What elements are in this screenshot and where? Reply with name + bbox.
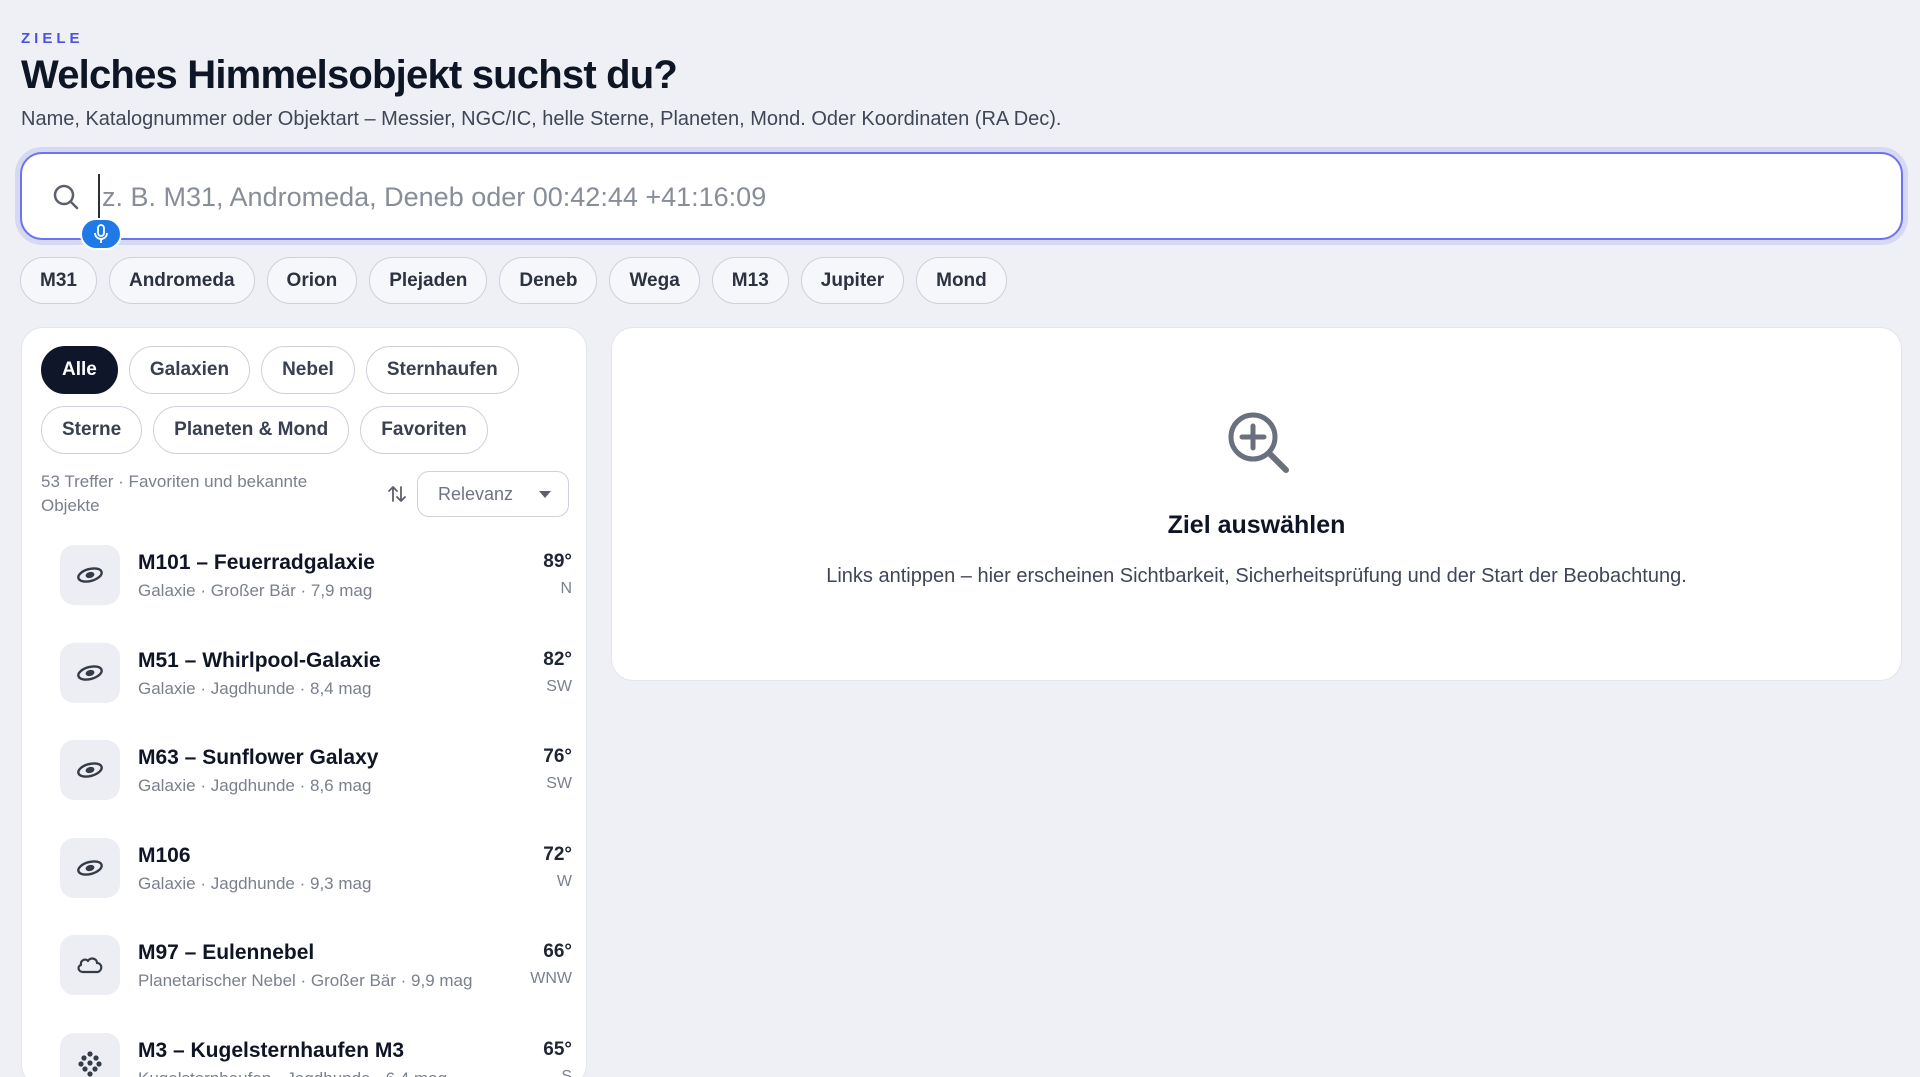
item-altitude: 76° (543, 746, 572, 767)
galaxy-icon (60, 545, 120, 605)
section-eyebrow: ZIELE (21, 30, 84, 47)
item-meta: Planetarischer Nebel · Großer Bär · 9,9 … (138, 971, 473, 990)
quick-chip[interactable]: Andromeda (108, 257, 255, 304)
item-direction: W (556, 872, 572, 890)
item-direction: S (561, 1067, 572, 1077)
chevron-down-icon (539, 491, 551, 498)
filter-stars[interactable]: Sterne (41, 406, 143, 454)
filter-favorites[interactable]: Favoriten (360, 406, 488, 454)
results-panel: Alle Galaxien Nebel Sternhaufen Sterne P… (21, 327, 587, 1077)
voice-search-button[interactable] (80, 218, 122, 250)
item-direction: WNW (530, 970, 572, 987)
item-meta: Galaxie · Jagdhunde · 8,4 mag (138, 678, 372, 698)
item-meta: Kugelsternhaufen · Jagdhunde · 6,4 mag (138, 1069, 447, 1077)
sort-dropdown[interactable]: Relevanz (417, 471, 569, 517)
quick-chip[interactable]: Mond (916, 257, 1007, 304)
page-subtitle: Name, Katalognummer oder Objektart – Mes… (21, 108, 1062, 130)
quick-chip[interactable]: Plejaden (369, 257, 488, 304)
item-altitude: 89° (543, 551, 572, 572)
quick-suggestions: M31 Andromeda Orion Plejaden Deneb Wega … (20, 257, 1007, 304)
search-box[interactable] (20, 152, 1903, 250)
galaxy-icon (60, 740, 120, 800)
list-item[interactable]: M101 – Feuerradgalaxie Galaxie · Großer … (60, 545, 572, 643)
header: ZIELE Welches Himmelsobjekt suchst du? N… (21, 30, 1061, 131)
filter-nebulae[interactable]: Nebel (261, 346, 355, 394)
filter-galaxies[interactable]: Galaxien (128, 346, 251, 394)
page-title: Welches Himmelsobjekt suchst du? (21, 53, 678, 97)
cluster-icon (60, 1032, 120, 1077)
list-item[interactable]: M3 – Kugelsternhaufen M3 Kugelsternhaufe… (60, 1032, 572, 1077)
quick-chip[interactable]: Orion (266, 257, 358, 304)
result-count: 53 Treffer · Favoriten und bekannte Obje… (41, 472, 308, 515)
microphone-icon (94, 224, 108, 243)
search-input[interactable] (98, 174, 1858, 220)
sort-order-icon[interactable] (386, 483, 408, 505)
item-altitude: 72° (543, 843, 572, 865)
list-item[interactable]: M51 – Whirlpool-Galaxie Galaxie · Jagdhu… (60, 642, 572, 741)
list-item[interactable]: M63 – Sunflower Galaxy Galaxie · Jagdhun… (60, 740, 572, 838)
result-list: M101 – Feuerradgalaxie Galaxie · Großer … (60, 545, 572, 1077)
galaxy-icon (60, 642, 120, 703)
list-item[interactable]: M106 Galaxie · Jagdhunde · 9,3 mag 72° W (60, 837, 572, 936)
quick-chip[interactable]: M13 (711, 257, 789, 304)
quick-chip[interactable]: Deneb (499, 257, 598, 304)
quick-chip[interactable]: Jupiter (800, 257, 905, 304)
nebula-icon (60, 935, 120, 995)
zoom-in-icon (1228, 412, 1289, 473)
item-name: M51 – Whirlpool-Galaxie (138, 648, 381, 672)
filter-clusters[interactable]: Sternhaufen (365, 346, 519, 394)
item-name: M106 (138, 843, 191, 867)
item-meta: Galaxie · Großer Bär · 7,9 mag (138, 581, 373, 600)
detail-panel: Ziel auswählen Links antippen – hier ers… (611, 327, 1902, 681)
item-direction: SW (546, 775, 572, 792)
search-icon (53, 184, 79, 210)
item-meta: Galaxie · Jagdhunde · 9,3 mag (138, 873, 372, 893)
item-direction: SW (546, 677, 572, 695)
item-altitude: 66° (543, 941, 572, 962)
item-altitude: 65° (543, 1038, 572, 1060)
empty-state-title: Ziel auswählen (1167, 511, 1346, 539)
list-item[interactable]: M97 – Eulennebel Planetarischer Nebel · … (60, 935, 572, 1033)
quick-chip[interactable]: M31 (20, 257, 97, 304)
item-meta: Galaxie · Jagdhunde · 8,6 mag (138, 776, 372, 795)
item-name: M97 – Eulennebel (138, 941, 315, 964)
quick-chip[interactable]: Wega (609, 257, 700, 304)
filter-all[interactable]: Alle (41, 346, 118, 394)
filter-planets-moon[interactable]: Planeten & Mond (153, 406, 350, 454)
sort-dropdown-value: Relevanz (438, 483, 514, 504)
category-filters: Alle Galaxien Nebel Sternhaufen Sterne P… (41, 346, 581, 454)
item-name: M3 – Kugelsternhaufen M3 (138, 1038, 405, 1062)
item-altitude: 82° (543, 648, 572, 670)
empty-state-text: Links antippen – hier erscheinen Sichtba… (826, 565, 1687, 587)
item-name: M63 – Sunflower Galaxy (138, 746, 379, 769)
item-direction: N (560, 580, 572, 597)
item-name: M101 – Feuerradgalaxie (138, 551, 375, 574)
galaxy-icon (60, 837, 120, 898)
